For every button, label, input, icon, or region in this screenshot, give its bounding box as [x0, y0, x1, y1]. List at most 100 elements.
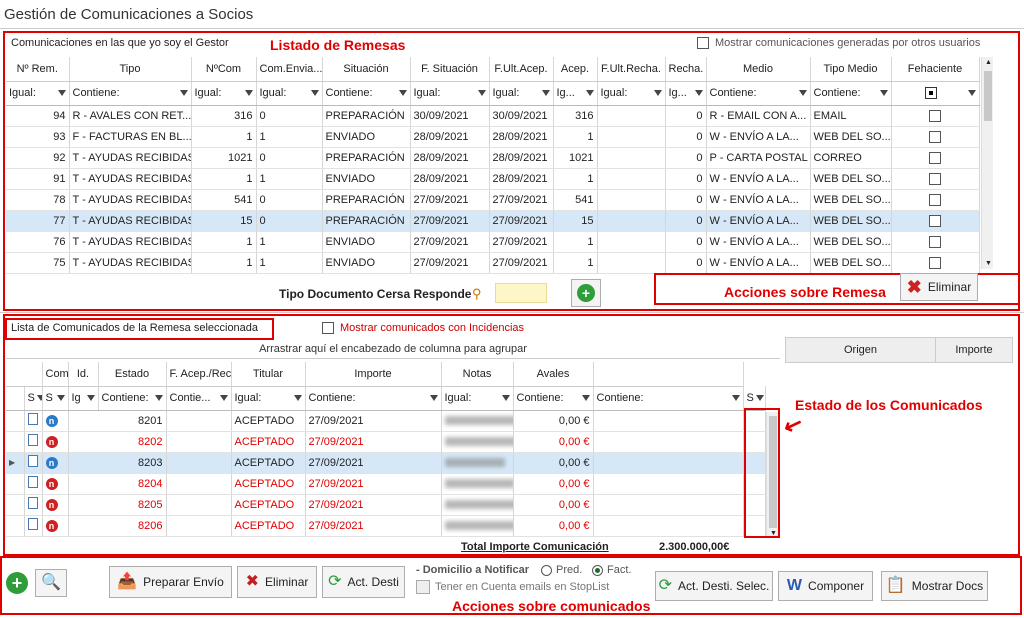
col-header[interactable]: Com. — [42, 362, 69, 387]
fehaciente-checkbox[interactable] — [929, 193, 941, 206]
fehaciente-checkbox[interactable] — [929, 214, 941, 227]
notif-cell[interactable]: n — [42, 473, 69, 495]
comunicado-row[interactable]: n 8201 ACEPTADO 27/09/2021 0,00 € — [6, 410, 766, 432]
view-preview-button[interactable]: 🔍 — [35, 569, 67, 597]
fehaciente-checkbox[interactable] — [929, 130, 941, 143]
filter-funnel-icon[interactable] — [731, 395, 740, 401]
group-by-area[interactable]: Arrastrar aquí el encabezado de columna … — [6, 340, 780, 359]
notif-cell[interactable]: n — [42, 431, 69, 453]
show-others-checkbox[interactable] — [697, 37, 709, 49]
filter-cell[interactable]: Contiene: — [513, 386, 594, 411]
add-documento-button[interactable]: + — [571, 279, 601, 307]
col-header[interactable]: Com.Envia... — [256, 57, 323, 82]
filter-cell[interactable]: Igual: — [489, 81, 554, 106]
notification-icon[interactable]: n — [45, 498, 58, 511]
fehaciente-cell[interactable] — [891, 210, 980, 232]
col-header[interactable]: F.Ult.Recha. — [597, 57, 666, 82]
col-header[interactable]: Avales — [513, 362, 594, 387]
filter-cell[interactable]: Ig... — [665, 81, 707, 106]
filter-cell[interactable]: Contiene: — [593, 386, 744, 411]
filter-cell[interactable]: S — [24, 386, 43, 411]
col-header[interactable] — [593, 362, 744, 387]
fehaciente-cell[interactable] — [891, 126, 980, 148]
filter-funnel-icon[interactable] — [244, 90, 253, 96]
notif-cell[interactable]: n — [42, 410, 69, 432]
filter-funnel-icon[interactable] — [477, 90, 486, 96]
notif-cell[interactable]: n — [42, 515, 69, 537]
filter-funnel-icon[interactable] — [86, 395, 95, 401]
filter-cell[interactable]: Igual: — [6, 81, 70, 106]
filter-funnel-icon[interactable] — [694, 90, 703, 96]
incidencias-checkbox[interactable] — [322, 322, 334, 334]
filter-funnel-icon[interactable] — [967, 90, 976, 96]
filter-funnel-icon[interactable] — [501, 395, 510, 401]
doc-cell[interactable] — [24, 452, 43, 474]
col-header[interactable]: Fehaciente — [891, 57, 980, 82]
show-others-toggle[interactable]: Mostrar comunicaciones generadas por otr… — [697, 37, 980, 49]
col-header[interactable]: F.Ult.Acep. — [489, 57, 554, 82]
col-header[interactable]: NºCom — [191, 57, 257, 82]
add-comunicado-icon[interactable]: + — [6, 572, 28, 594]
notification-icon[interactable]: n — [45, 456, 58, 469]
document-icon[interactable] — [27, 476, 38, 488]
filter-cell[interactable]: Ig... — [553, 81, 598, 106]
comunicado-row[interactable]: ▶ n 8203 ACEPTADO 27/09/2021 0,00 € — [6, 452, 766, 474]
remesas-table[interactable]: Nº Rem. Tipo NºCom Com.Envia... Situación F. … — [6, 57, 980, 274]
filter-funnel-icon[interactable] — [36, 395, 41, 401]
fehaciente-checkbox[interactable] — [929, 151, 941, 164]
remesa-row[interactable]: 93 F - FACTURAS EN BL... 1 1 ENVIADO 28/09/20… — [6, 126, 980, 148]
filter-funnel-icon[interactable] — [398, 90, 407, 96]
filter-cell[interactable]: Igual: — [256, 81, 323, 106]
fehaciente-cell[interactable] — [891, 105, 980, 127]
doc-cell[interactable] — [24, 515, 43, 537]
col-header[interactable]: F. Situación — [410, 57, 490, 82]
filter-funnel-icon[interactable] — [56, 395, 65, 401]
filter-funnel-icon[interactable] — [219, 395, 228, 401]
notification-icon[interactable]: n — [45, 519, 58, 532]
search-icon[interactable]: ⚲ — [472, 286, 482, 302]
filter-funnel-icon[interactable] — [57, 90, 66, 96]
remesa-row[interactable]: 76 T - AYUDAS RECIBIDAS 1 1 ENVIADO 27/09/202… — [6, 231, 980, 253]
importe-side-header[interactable]: Importe — [936, 338, 1012, 362]
comunicados-table[interactable]: Com.Id.EstadoF. Acep./Rech.TitularImport… — [6, 362, 766, 537]
filter-checkbox-icon[interactable] — [924, 87, 937, 99]
remesa-row[interactable]: 78 T - AYUDAS RECIBIDAS 541 0 PREPARACIÓN 27/… — [6, 189, 980, 211]
filter-cell[interactable]: Igual: — [597, 81, 666, 106]
origen-header[interactable]: Origen — [786, 338, 936, 362]
col-header[interactable]: Notas — [441, 362, 514, 387]
filter-funnel-icon[interactable] — [585, 90, 594, 96]
filter-cell[interactable]: Contiene: — [322, 81, 411, 106]
filter-cell[interactable]: Igual: — [231, 386, 306, 411]
fehaciente-checkbox[interactable] — [929, 235, 941, 248]
comunicado-row[interactable]: n 8205 ACEPTADO 27/09/2021 0,00 € — [6, 494, 766, 516]
fehaciente-cell[interactable] — [891, 147, 980, 169]
fehaciente-cell[interactable] — [891, 189, 980, 211]
col-header[interactable] — [6, 362, 43, 387]
col-header[interactable]: F. Acep./Rech. — [166, 362, 232, 387]
doc-cell[interactable] — [24, 410, 43, 432]
fehaciente-cell[interactable] — [891, 168, 980, 190]
filter-funnel-icon[interactable] — [653, 90, 662, 96]
notification-icon[interactable]: n — [45, 414, 58, 427]
scroll-thumb[interactable] — [984, 71, 992, 121]
comunicado-row[interactable]: n 8202 ACEPTADO 27/09/2021 0,00 € — [6, 431, 766, 453]
notif-cell[interactable]: n — [42, 494, 69, 516]
act-desti-button[interactable]: ⟳ Act. Desti — [322, 566, 405, 598]
col-header[interactable]: Importe — [305, 362, 442, 387]
filter-cell[interactable]: Contiene: — [810, 81, 892, 106]
scroll-down-icon[interactable]: ▼ — [985, 260, 992, 267]
remesa-row[interactable]: 91 T - AYUDAS RECIBIDAS 1 1 ENVIADO 28/09/202… — [6, 168, 980, 190]
filter-cell[interactable]: Contie... — [166, 386, 232, 411]
filter-funnel-icon[interactable] — [581, 395, 590, 401]
filter-funnel-icon[interactable] — [179, 90, 188, 96]
act-desti-selec-button[interactable]: ⟳ Act. Desti. Selec. — [655, 571, 773, 601]
comunicado-row[interactable]: n 8204 ACEPTADO 27/09/2021 0,00 € — [6, 473, 766, 495]
fehaciente-checkbox[interactable] — [929, 172, 941, 185]
col-header[interactable]: Titular — [231, 362, 306, 387]
filter-funnel-icon[interactable] — [154, 395, 163, 401]
scroll-up-icon[interactable]: ▲ — [985, 59, 992, 66]
col-header[interactable]: Acep. — [553, 57, 598, 82]
filter-funnel-icon[interactable] — [755, 394, 764, 401]
fehaciente-cell[interactable] — [891, 252, 980, 274]
col-header[interactable]: Estado — [98, 362, 167, 387]
